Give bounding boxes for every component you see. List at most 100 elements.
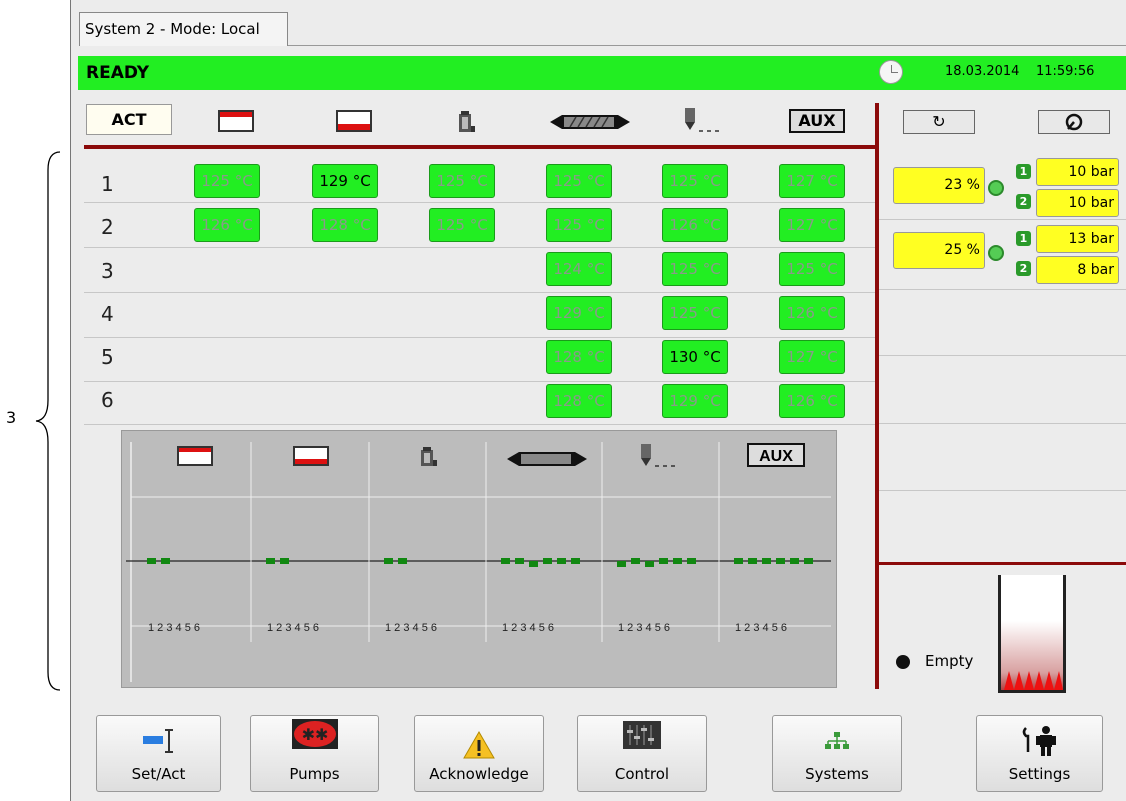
temp-cell[interactable]: 125 °C xyxy=(662,164,728,198)
pump-divider xyxy=(879,490,1126,491)
temp-cell[interactable]: 128 °C xyxy=(312,208,378,242)
chart-marker xyxy=(384,558,393,564)
tab-system[interactable]: System 2 - Mode: Local xyxy=(79,12,288,46)
chart-marker xyxy=(762,558,771,564)
temp-cell[interactable]: 127 °C xyxy=(779,208,845,242)
temp-cell[interactable]: 129 °C xyxy=(546,296,612,330)
datetime: 18.03.2014 11:59:56 xyxy=(945,64,1094,79)
temp-cell[interactable]: 129 °C xyxy=(662,384,728,418)
temp-cell[interactable]: 125 °C xyxy=(429,208,495,242)
svg-text:✱✱: ✱✱ xyxy=(301,725,328,744)
temp-cell[interactable]: 126 °C xyxy=(779,296,845,330)
pump-divider xyxy=(879,423,1126,424)
chart-tick-label: 1 2 3 4 5 6 xyxy=(502,622,554,634)
chart-marker xyxy=(515,558,524,564)
chart-marker xyxy=(645,561,654,567)
pressure-value[interactable]: 13 bar xyxy=(1036,225,1119,253)
act-button[interactable]: ACT xyxy=(86,104,172,135)
time: 11:59:56 xyxy=(1035,64,1095,79)
row-number: 4 xyxy=(101,302,114,326)
temp-cell[interactable]: 125 °C xyxy=(662,252,728,286)
refresh-icon: ↻ xyxy=(932,112,946,131)
setact-button[interactable]: Set/Act xyxy=(96,715,221,792)
temp-cell[interactable]: 125 °C xyxy=(779,252,845,286)
temp-cell[interactable]: 124 °C xyxy=(546,252,612,286)
status-text: READY xyxy=(86,63,150,83)
aux-chart-header: AUX xyxy=(747,443,805,467)
temp-cell[interactable]: 125 °C xyxy=(662,296,728,330)
pressure-index-badge: 1 xyxy=(1016,231,1031,246)
pump-icon: ✱✱ xyxy=(291,719,338,749)
chart-marker xyxy=(147,558,156,564)
pump-percent[interactable]: 25 % xyxy=(893,232,985,269)
row-number: 1 xyxy=(101,172,114,196)
pumps-label: Pumps xyxy=(289,765,340,783)
temp-cell[interactable]: 127 °C xyxy=(779,340,845,374)
temp-cell[interactable]: 130 °C xyxy=(662,340,728,374)
chart-marker xyxy=(617,561,626,567)
chart-marker xyxy=(776,558,785,564)
date: 18.03.2014 xyxy=(945,64,1020,79)
pump-divider xyxy=(879,355,1126,356)
status-led xyxy=(896,655,910,669)
temp-cell[interactable]: 127 °C xyxy=(779,164,845,198)
tank-status-label: Empty xyxy=(925,652,974,670)
pressure-index-badge: 2 xyxy=(1016,194,1031,209)
heater-bottom-icon[interactable] xyxy=(336,109,372,133)
hose-icon xyxy=(507,452,587,466)
network-icon xyxy=(825,732,849,749)
heater-top-icon xyxy=(177,446,213,466)
temp-cell[interactable]: 129 °C xyxy=(312,164,378,198)
row-divider xyxy=(84,292,875,293)
temp-cell[interactable]: 125 °C xyxy=(546,164,612,198)
chart-marker xyxy=(687,558,696,564)
panel-divider xyxy=(875,103,879,689)
chart-marker xyxy=(659,558,668,564)
temp-cell[interactable]: 126 °C xyxy=(194,208,260,242)
chart-marker xyxy=(398,558,407,564)
chart-marker xyxy=(631,558,640,564)
nozzle-icon[interactable] xyxy=(683,106,723,136)
row-divider xyxy=(84,424,875,425)
pressure-value[interactable]: 10 bar xyxy=(1036,189,1119,217)
settings-button[interactable]: Settings xyxy=(976,715,1103,792)
chart-marker xyxy=(790,558,799,564)
refresh-button[interactable]: ↻ xyxy=(903,110,975,134)
chart-marker xyxy=(571,558,580,564)
setact-label: Set/Act xyxy=(131,765,186,783)
tank-divider xyxy=(879,562,1126,565)
pumps-button[interactable]: ✱✱ Pumps xyxy=(250,715,379,792)
chart-marker xyxy=(280,558,289,564)
temp-cell[interactable]: 128 °C xyxy=(546,384,612,418)
temp-cell[interactable]: 125 °C xyxy=(546,208,612,242)
row-divider xyxy=(84,337,875,338)
heater-top-icon[interactable] xyxy=(218,109,254,133)
pump-percent[interactable]: 23 % xyxy=(893,167,985,204)
temp-cell[interactable]: 128 °C xyxy=(546,340,612,374)
svg-text:AUX: AUX xyxy=(759,448,793,465)
gauge-button[interactable] xyxy=(1038,110,1110,134)
temp-cell[interactable]: 126 °C xyxy=(662,208,728,242)
row-number: 3 xyxy=(101,259,114,283)
pump-divider xyxy=(879,219,1126,220)
temp-cell[interactable]: 125 °C xyxy=(429,164,495,198)
aux-header[interactable]: AUX xyxy=(789,109,845,133)
pressure-value[interactable]: 10 bar xyxy=(1036,158,1119,186)
flame-icon xyxy=(1004,671,1063,690)
acknowledge-button[interactable]: Acknowledge xyxy=(414,715,544,792)
chart-tick-label: 1 2 3 4 5 6 xyxy=(267,622,319,634)
manifold-icon xyxy=(421,447,437,466)
annotation-brace xyxy=(35,151,61,691)
pressure-value[interactable]: 8 bar xyxy=(1036,256,1119,284)
pressure-index-badge: 2 xyxy=(1016,261,1031,276)
systems-label: Systems xyxy=(805,765,869,783)
chart-marker xyxy=(266,558,275,564)
manifold-icon[interactable] xyxy=(455,108,479,134)
systems-button[interactable]: Systems xyxy=(772,715,902,792)
temp-cell[interactable]: 125 °C xyxy=(194,164,260,198)
control-button[interactable]: Control xyxy=(577,715,707,792)
temp-cell[interactable]: 126 °C xyxy=(779,384,845,418)
hose-icon[interactable] xyxy=(550,112,630,132)
row-divider xyxy=(84,202,875,203)
chart-marker xyxy=(734,558,743,564)
